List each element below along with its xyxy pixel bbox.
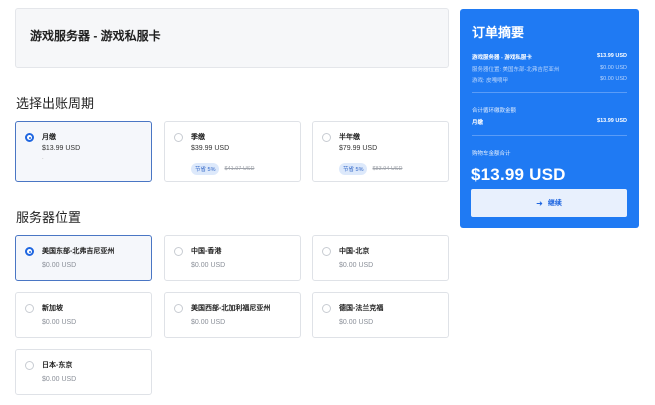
- location-option-us-east[interactable]: 美国东部-北弗吉尼亚州 $0.00 USD: [15, 235, 152, 281]
- product-header: 游戏服务器 - 游戏私服卡: [15, 8, 449, 68]
- summary-line-label: 服务器位置: 美国东部-北弗吉尼亚州: [472, 67, 560, 73]
- location-option-hong-kong[interactable]: 中国-香港 $0.00 USD: [164, 235, 301, 281]
- billing-option-price: $79.99 USD: [339, 145, 378, 152]
- original-price: $41.97 USD: [224, 166, 255, 172]
- summary-line-value: $0.00 USD: [600, 76, 627, 82]
- radio-icon[interactable]: [322, 304, 331, 313]
- billing-option-name: 季缴: [191, 134, 205, 141]
- location-option-name: 美国西部-北加利福尼亚州: [191, 305, 271, 312]
- radio-icon[interactable]: [174, 133, 183, 142]
- location-option-price: $0.00 USD: [42, 262, 77, 269]
- radio-icon[interactable]: [174, 304, 183, 313]
- radio-icon[interactable]: [322, 247, 331, 256]
- total-label: 购物车金额合计: [472, 151, 511, 157]
- location-option-name: 德国-法兰克福: [339, 305, 384, 312]
- savings-row: 节省 5% $41.97 USD: [191, 163, 254, 175]
- radio-icon[interactable]: [322, 133, 331, 142]
- radio-icon[interactable]: [174, 247, 183, 256]
- location-option-name: 美国东部-北弗吉尼亚州: [42, 248, 115, 255]
- recurring-amount: $13.99 USD: [597, 118, 627, 124]
- summary-line-product: 游戏服务器 - 游戏私服卡 $13.99 USD: [472, 53, 627, 61]
- radio-selected-icon[interactable]: [25, 133, 34, 142]
- summary-divider: [472, 92, 627, 93]
- total-amount: $13.99 USD: [471, 165, 566, 184]
- radio-icon[interactable]: [25, 304, 34, 313]
- arrow-right-icon: ➜: [536, 198, 543, 208]
- recurring-cycle: 月缴: [472, 120, 484, 126]
- location-option-singapore[interactable]: 新加坡 $0.00 USD: [15, 292, 152, 338]
- order-summary-title: 订单摘要: [472, 25, 525, 40]
- billing-option-note: .: [42, 155, 44, 161]
- location-option-beijing[interactable]: 中国-北京 $0.00 USD: [312, 235, 449, 281]
- savings-badge: 节省 5%: [339, 163, 368, 175]
- billing-cycle-title: 选择出账周期: [16, 96, 95, 111]
- summary-divider: [472, 135, 627, 136]
- billing-option-semiannual[interactable]: 半年缴 $79.99 USD 节省 5% $83.94 USD: [312, 121, 449, 182]
- location-option-price: $0.00 USD: [339, 262, 374, 269]
- location-option-name: 新加坡: [42, 305, 63, 312]
- billing-option-monthly[interactable]: 月缴 $13.99 USD .: [15, 121, 152, 182]
- billing-option-price: $39.99 USD: [191, 145, 230, 152]
- location-option-name: 中国-香港: [191, 248, 222, 255]
- summary-line-value: $0.00 USD: [600, 65, 627, 71]
- location-option-name: 中国-北京: [339, 248, 370, 255]
- location-option-price: $0.00 USD: [191, 262, 226, 269]
- billing-option-price: $13.99 USD: [42, 145, 81, 152]
- radio-selected-icon[interactable]: [25, 247, 34, 256]
- summary-line-label: 游戏服务器 - 游戏私服卡: [472, 55, 532, 61]
- location-option-price: $0.00 USD: [42, 376, 77, 383]
- original-price: $83.94 USD: [372, 166, 403, 172]
- order-summary-panel: 订单摘要 游戏服务器 - 游戏私服卡 $13.99 USD 服务器位置: 美国东…: [460, 9, 639, 228]
- billing-option-name: 月缴: [42, 134, 56, 141]
- summary-line-game: 游戏: 皮嘎嘀甲 $0.00 USD: [472, 76, 627, 84]
- location-option-price: $0.00 USD: [42, 319, 77, 326]
- location-option-price: $0.00 USD: [191, 319, 226, 326]
- continue-button-label: 继续: [547, 200, 562, 207]
- summary-recurring-row: 月缴 $13.99 USD: [472, 118, 627, 126]
- continue-button[interactable]: ➜ 继续: [471, 189, 627, 217]
- radio-icon[interactable]: [25, 361, 34, 370]
- summary-line-label: 游戏: 皮嘎嘀甲: [472, 78, 509, 84]
- location-option-name: 日本-东京: [42, 362, 73, 369]
- server-location-title: 服务器位置: [16, 210, 82, 225]
- savings-row: 节省 5% $83.94 USD: [339, 163, 402, 175]
- billing-option-quarterly[interactable]: 季缴 $39.99 USD 节省 5% $41.97 USD: [164, 121, 301, 182]
- billing-option-name: 半年缴: [339, 134, 360, 141]
- location-option-us-west[interactable]: 美国西部-北加利福尼亚州 $0.00 USD: [164, 292, 301, 338]
- summary-line-location: 服务器位置: 美国东部-北弗吉尼亚州 $0.00 USD: [472, 65, 627, 73]
- recurring-label: 合计循环缴款金额: [472, 108, 517, 114]
- location-option-frankfurt[interactable]: 德国-法兰克福 $0.00 USD: [312, 292, 449, 338]
- savings-badge: 节省 5%: [191, 163, 220, 175]
- summary-line-value: $13.99 USD: [597, 53, 627, 59]
- location-option-tokyo[interactable]: 日本-东京 $0.00 USD: [15, 349, 152, 395]
- product-title: 游戏服务器 - 游戏私服卡: [30, 29, 161, 43]
- order-configure-page: 游戏服务器 - 游戏私服卡 选择出账周期 月缴 $13.99 USD . 季缴 …: [0, 0, 655, 405]
- location-option-price: $0.00 USD: [339, 319, 374, 326]
